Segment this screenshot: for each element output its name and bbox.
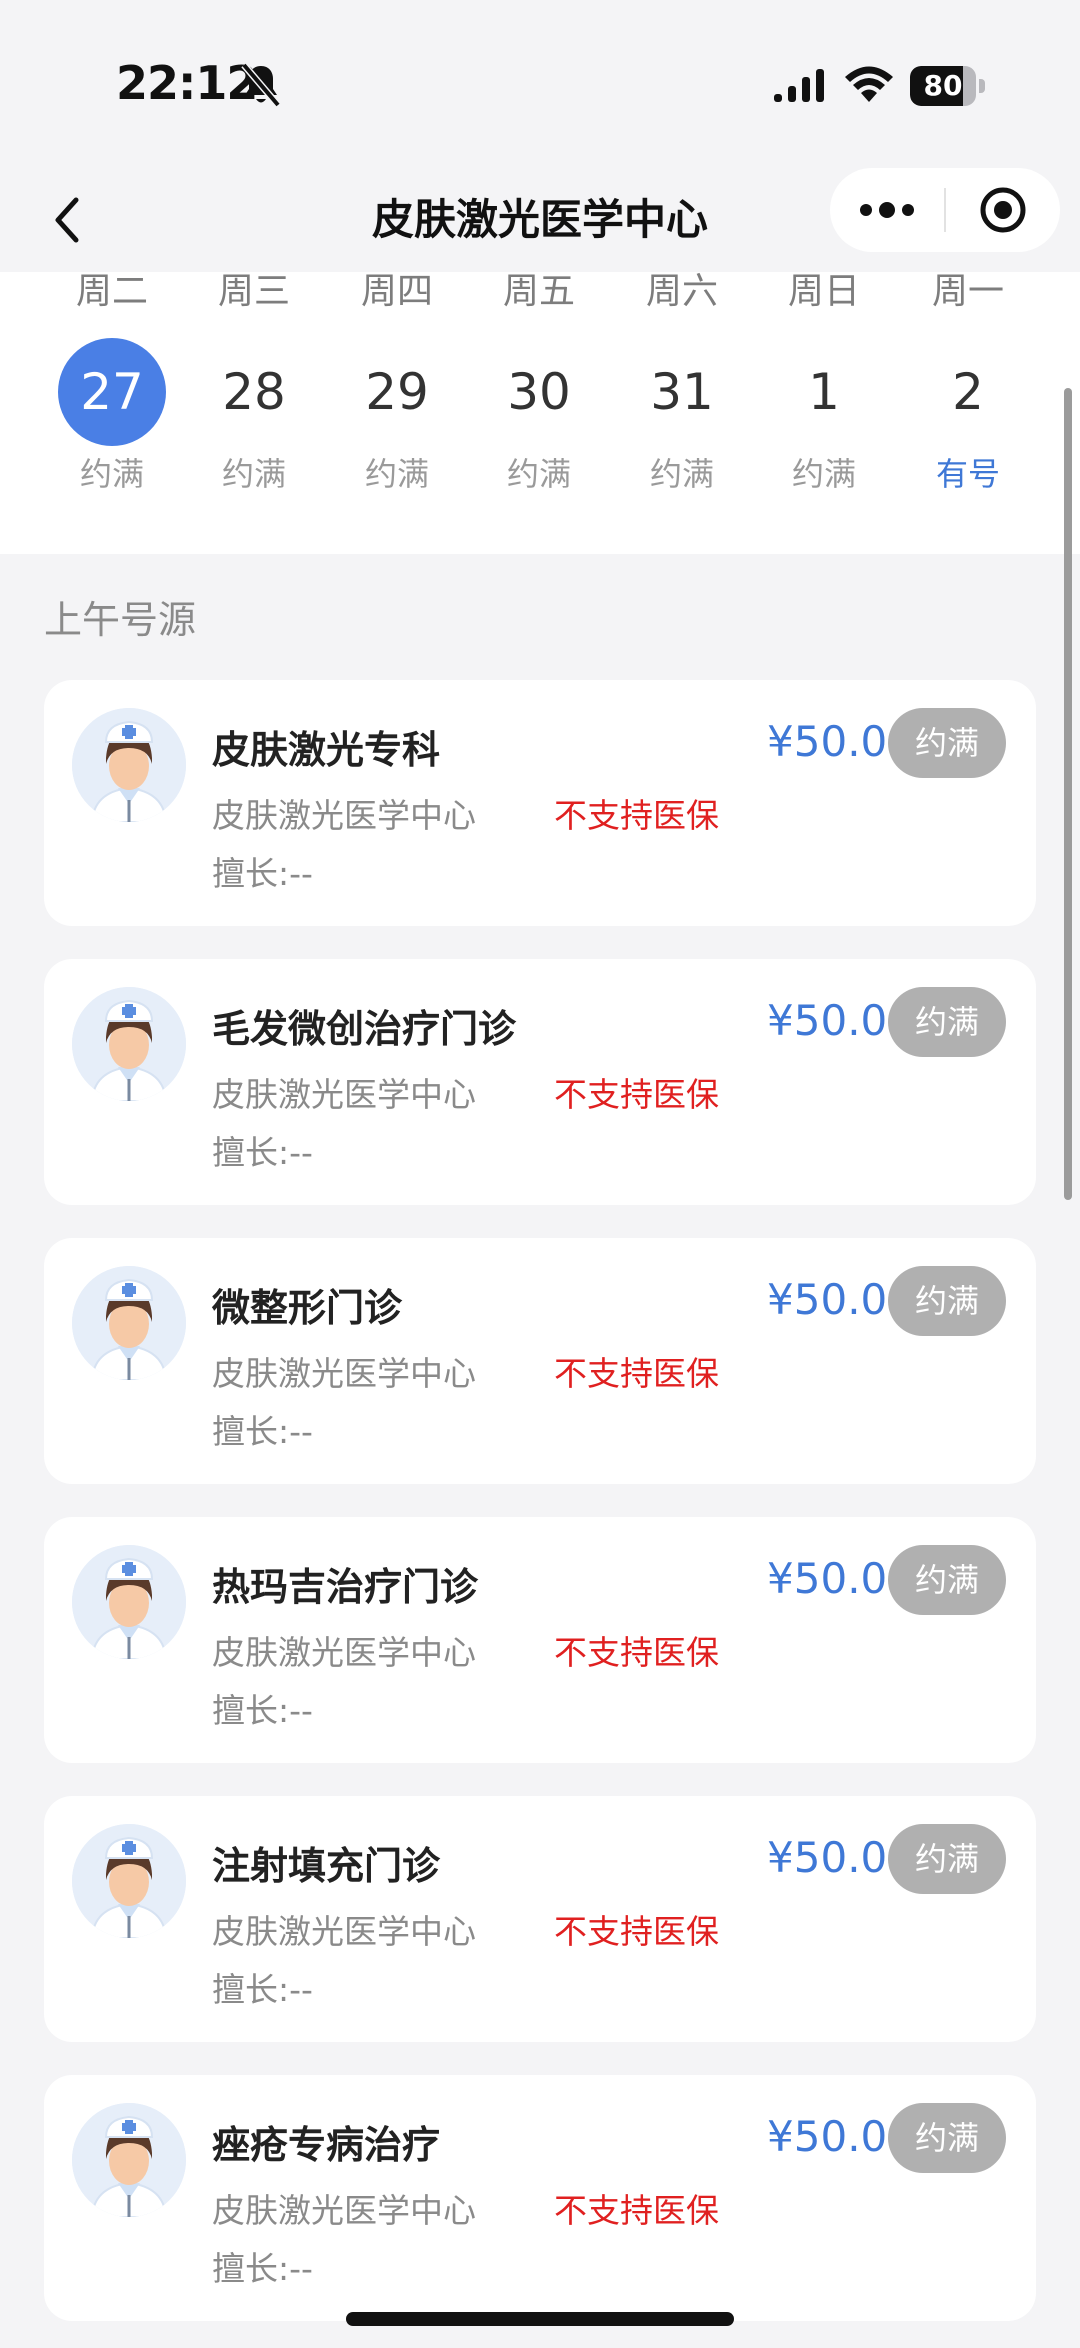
chevron-left-icon bbox=[55, 197, 79, 243]
day-number: 28 bbox=[222, 363, 286, 421]
cellular-signal-icon bbox=[774, 69, 824, 102]
section-title-morning: 上午号源 bbox=[44, 598, 197, 642]
weekday-label: 周五 bbox=[502, 271, 575, 312]
status-badge[interactable]: 约满 bbox=[888, 1266, 1006, 1336]
clinic-price: ¥50.00 bbox=[767, 1275, 914, 1324]
insurance-note: 不支持医保 bbox=[554, 1633, 719, 1672]
date-item[interactable]: 周四 29 约满 bbox=[327, 272, 467, 554]
clinic-name: 热玛吉治疗门诊 bbox=[212, 1565, 479, 1609]
weekday-label: 周日 bbox=[787, 271, 860, 312]
back-button[interactable] bbox=[36, 188, 100, 252]
status-time: 22:12 bbox=[116, 56, 258, 110]
day-status: 约满 bbox=[649, 455, 714, 493]
day-status: 约满 bbox=[79, 455, 144, 493]
clinic-price: ¥50.00 bbox=[767, 996, 914, 1045]
clinic-department: 皮肤激光医学中心 bbox=[212, 1633, 476, 1672]
day-status: 有号 bbox=[935, 455, 1000, 493]
nurse-avatar-icon bbox=[72, 1824, 186, 1938]
day-status: 约满 bbox=[506, 455, 571, 493]
more-dots-icon bbox=[860, 202, 914, 218]
weekday-label: 周四 bbox=[360, 271, 433, 312]
clinic-card[interactable]: 微整形门诊 皮肤激光医学中心 不支持医保 擅长:-- ¥50.00 约满 bbox=[44, 1238, 1036, 1484]
clinic-card[interactable]: 注射填充门诊 皮肤激光医学中心 不支持医保 擅长:-- ¥50.00 约满 bbox=[44, 1796, 1036, 2042]
clinic-specialty: 擅长:-- bbox=[212, 2249, 313, 2288]
status-badge[interactable]: 约满 bbox=[888, 1545, 1006, 1615]
clinic-price: ¥50.00 bbox=[767, 717, 914, 766]
clinic-price: ¥50.00 bbox=[767, 2112, 914, 2161]
day-number: 2 bbox=[952, 363, 984, 421]
weekday-label: 周三 bbox=[217, 271, 290, 312]
clinic-name: 痤疮专病治疗 bbox=[212, 2123, 441, 2167]
close-button[interactable] bbox=[946, 168, 1060, 252]
insurance-note: 不支持医保 bbox=[554, 1354, 719, 1393]
clinic-specialty: 擅长:-- bbox=[212, 1691, 313, 1730]
clinic-card[interactable]: 毛发微创治疗门诊 皮肤激光医学中心 不支持医保 擅长:-- ¥50.00 约满 bbox=[44, 959, 1036, 1205]
status-bar: 22:12 80 bbox=[0, 0, 1080, 168]
clinic-name: 皮肤激光专科 bbox=[212, 728, 441, 772]
home-indicator[interactable] bbox=[346, 2312, 734, 2326]
day-status: 约满 bbox=[364, 455, 429, 493]
clinic-specialty: 擅长:-- bbox=[212, 1412, 313, 1451]
date-item[interactable]: 周六 31 约满 bbox=[612, 272, 752, 554]
day-number: 27 bbox=[58, 338, 166, 446]
clinic-department: 皮肤激光医学中心 bbox=[212, 1354, 476, 1393]
date-item[interactable]: 周二 27 约满 bbox=[42, 272, 182, 554]
status-badge[interactable]: 约满 bbox=[888, 2103, 1006, 2173]
status-badge[interactable]: 约满 bbox=[888, 708, 1006, 778]
weekday-label: 周二 bbox=[75, 271, 148, 312]
wifi-icon bbox=[845, 66, 893, 102]
day-number: 1 bbox=[808, 363, 840, 421]
target-circle-icon bbox=[980, 187, 1026, 233]
day-number: 29 bbox=[365, 363, 429, 421]
nurse-avatar-icon bbox=[72, 708, 186, 822]
weekday-label: 周一 bbox=[931, 271, 1004, 312]
date-item[interactable]: 周日 1 约满 bbox=[754, 272, 894, 554]
day-status: 约满 bbox=[791, 455, 856, 493]
bell-muted-icon bbox=[241, 62, 281, 108]
page-title: 皮肤激光医学中心 bbox=[371, 195, 708, 244]
mini-program-capsule bbox=[830, 168, 1060, 252]
nurse-avatar-icon bbox=[72, 1266, 186, 1380]
clinic-department: 皮肤激光医学中心 bbox=[212, 1075, 476, 1114]
insurance-note: 不支持医保 bbox=[554, 1075, 719, 1114]
weekday-label: 周六 bbox=[645, 271, 718, 312]
date-item[interactable]: 周一 2 有号 bbox=[898, 272, 1038, 554]
clinic-department: 皮肤激光医学中心 bbox=[212, 1912, 476, 1951]
date-selector: 周二 27 约满 周三 28 约满 周四 29 约满 周五 30 约满 周六 3… bbox=[0, 272, 1080, 554]
clinic-price: ¥50.00 bbox=[767, 1833, 914, 1882]
nav-bar: 皮肤激光医学中心 bbox=[0, 168, 1080, 272]
clinic-card[interactable]: 皮肤激光专科 皮肤激光医学中心 不支持医保 擅长:-- ¥50.00 约满 bbox=[44, 680, 1036, 926]
clinic-name: 毛发微创治疗门诊 bbox=[212, 1007, 517, 1051]
clinic-department: 皮肤激光医学中心 bbox=[212, 796, 476, 835]
scrollbar[interactable] bbox=[1064, 388, 1072, 1200]
battery-body: 80 bbox=[910, 66, 976, 106]
clinic-card[interactable]: 热玛吉治疗门诊 皮肤激光医学中心 不支持医保 擅长:-- ¥50.00 约满 bbox=[44, 1517, 1036, 1763]
day-number: 31 bbox=[650, 363, 714, 421]
clinic-department: 皮肤激光医学中心 bbox=[212, 2191, 476, 2230]
insurance-note: 不支持医保 bbox=[554, 2191, 719, 2230]
nurse-avatar-icon bbox=[72, 1545, 186, 1659]
day-status: 约满 bbox=[221, 455, 286, 493]
insurance-note: 不支持医保 bbox=[554, 796, 719, 835]
battery-indicator: 80 bbox=[910, 66, 986, 106]
clinic-card[interactable]: 痤疮专病治疗 皮肤激光医学中心 不支持医保 擅长:-- ¥50.00 约满 bbox=[44, 2075, 1036, 2321]
date-item[interactable]: 周五 30 约满 bbox=[469, 272, 609, 554]
clinic-price: ¥50.00 bbox=[767, 1554, 914, 1603]
insurance-note: 不支持医保 bbox=[554, 1912, 719, 1951]
clinic-name: 微整形门诊 bbox=[212, 1286, 403, 1330]
status-badge[interactable]: 约满 bbox=[888, 987, 1006, 1057]
nurse-avatar-icon bbox=[72, 987, 186, 1101]
battery-cap bbox=[979, 79, 985, 93]
clinic-specialty: 擅长:-- bbox=[212, 854, 313, 893]
nurse-avatar-icon bbox=[72, 2103, 186, 2217]
status-badge[interactable]: 约满 bbox=[888, 1824, 1006, 1894]
clinic-specialty: 擅长:-- bbox=[212, 1133, 313, 1172]
clinic-specialty: 擅长:-- bbox=[212, 1970, 313, 2009]
date-item[interactable]: 周三 28 约满 bbox=[184, 272, 324, 554]
more-button[interactable] bbox=[830, 168, 944, 252]
battery-percent: 80 bbox=[923, 69, 963, 102]
day-number: 30 bbox=[507, 363, 571, 421]
clinic-name: 注射填充门诊 bbox=[212, 1844, 441, 1888]
